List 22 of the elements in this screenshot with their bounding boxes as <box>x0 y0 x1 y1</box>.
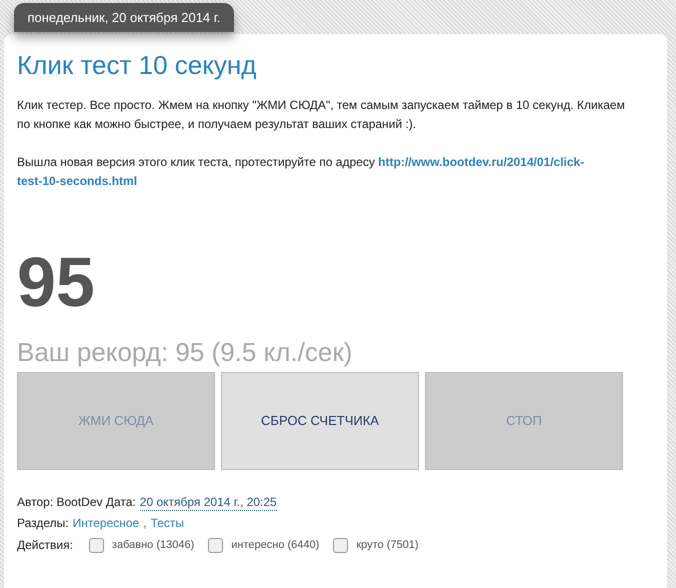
notice-text: Вышла новая версия этого клик теста, протестируйте по адресу <box>17 155 375 169</box>
record-text: Ваш рекорд: 95 (9.5 кл./сек) <box>17 339 354 365</box>
section-link[interactable]: Интересное <box>72 513 140 534</box>
post-title[interactable]: Клик тест 10 секунд <box>17 52 654 78</box>
reaction-checkbox[interactable] <box>88 538 104 553</box>
comma-separator: , <box>143 515 147 532</box>
date-link[interactable]: 20 октября 2014 г., 20:25 <box>140 494 277 511</box>
intro-paragraph: Клик тестер. Все просто. Жмем на кнопку "ЖМИ СЮДА", тем самым запускаем таймер в 10 секунд. Кликаем по кнопке как можно быстрее, и получаем результат ваших стараний :). <box>17 97 626 133</box>
action-button[interactable]: СБРОС СЧЕТЧИКА <box>221 372 419 470</box>
actions-label: Действия: <box>17 537 73 554</box>
author-label: Автор: BootDev Дата: <box>17 494 136 511</box>
reaction-label: круто (7501) <box>356 538 419 553</box>
reaction-checkbox[interactable] <box>333 538 348 553</box>
post-link[interactable]: http://www.bootdev.ru/2014/01/click- <box>378 155 584 169</box>
sections-label: Разделы: <box>17 515 69 532</box>
click-counter: 95 <box>17 247 96 317</box>
reaction-label: интересно (6440) <box>231 538 320 553</box>
post-link[interactable]: test-10-seconds.html <box>17 172 138 191</box>
reaction-checkbox[interactable] <box>208 538 224 553</box>
reaction-label: забавно (13046) <box>112 538 194 553</box>
section-link[interactable]: Тесты <box>150 513 184 534</box>
date-header: понедельник, 20 октября 2014 г. <box>14 3 234 32</box>
